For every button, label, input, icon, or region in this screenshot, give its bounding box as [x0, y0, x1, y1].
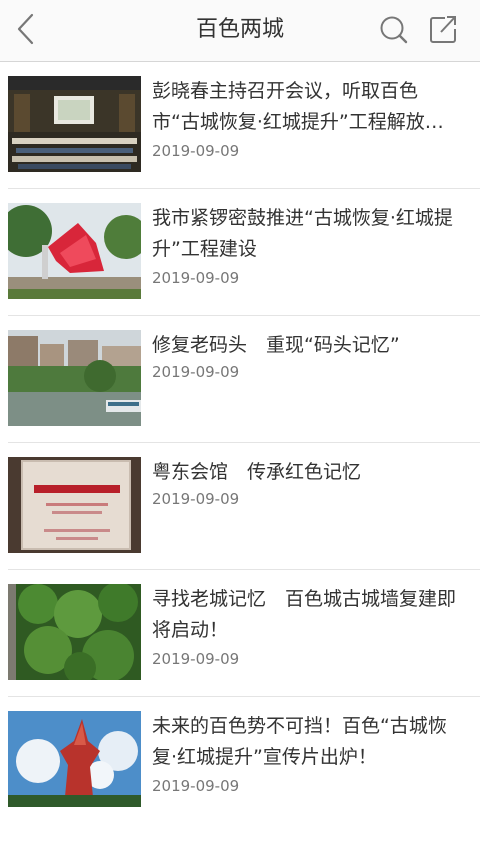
article-date: 2019-09-09: [152, 363, 240, 381]
list-item[interactable]: 修复老码头 重现“码头记忆” 2019-09-09: [0, 316, 480, 443]
article-date: 2019-09-09: [152, 490, 240, 508]
search-icon: [380, 16, 408, 44]
article-title: 彭晓春主持召开会议，听取百色市“古城恢复·红城提升”工程解放…: [152, 80, 444, 133]
list-item[interactable]: 我市紧锣密鼓推进“古城恢复·红城提升”工程建设 2019-09-09: [0, 189, 480, 316]
article-date: 2019-09-09: [152, 650, 240, 668]
article-thumbnail: [8, 457, 141, 553]
article-thumbnail: [8, 711, 141, 807]
share-button[interactable]: [425, 12, 461, 48]
article-title: 我市紧锣密鼓推进“古城恢复·红城提升”工程建设: [152, 207, 453, 260]
list-item[interactable]: 彭晓春主持召开会议，听取百色市“古城恢复·红城提升”工程解放… 2019-09-…: [0, 62, 480, 189]
article-title: 未来的百色势不可挡！百色“古城恢复·红城提升”宣传片出炉！: [152, 715, 447, 768]
list-item[interactable]: 粤东会馆 传承红色记忆 2019-09-09: [0, 443, 480, 570]
list-item[interactable]: 寻找老城记忆 百色城古城墙复建即将启动！ 2019-09-09: [0, 570, 480, 697]
article-date: 2019-09-09: [152, 142, 240, 160]
article-title: 修复老码头 重现“码头记忆”: [152, 334, 400, 356]
article-thumbnail: [8, 203, 141, 299]
article-title: 粤东会馆 传承红色记忆: [152, 461, 362, 483]
share-icon: [430, 16, 456, 43]
article-date: 2019-09-09: [152, 777, 240, 795]
article-title: 寻找老城记忆 百色城古城墙复建即将启动！: [152, 588, 457, 641]
list-item[interactable]: 未来的百色势不可挡！百色“古城恢复·红城提升”宣传片出炉！ 2019-09-09: [0, 697, 480, 824]
article-date: 2019-09-09: [152, 269, 240, 287]
article-thumbnail: [8, 330, 141, 426]
article-thumbnail: [8, 76, 141, 172]
search-button[interactable]: [376, 12, 412, 48]
top-navigation-bar: 百色两城: [0, 0, 480, 62]
article-thumbnail: [8, 584, 141, 680]
